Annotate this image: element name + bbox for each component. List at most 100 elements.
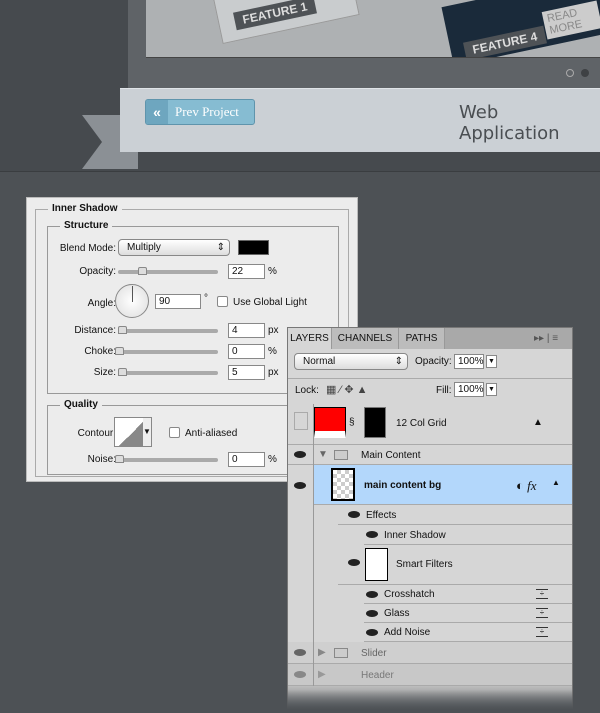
smart-filters-row[interactable]: Smart Filters (338, 545, 572, 585)
filter-crosshatch[interactable]: Crosshatch ÷ (364, 585, 572, 604)
tab-channels[interactable]: CHANNELS (332, 328, 399, 349)
filter-add-noise[interactable]: Add Noise ÷ (364, 623, 572, 642)
layer-12-col-grid[interactable]: § 12 Col Grid ▲ (288, 404, 572, 445)
layer-name: Crosshatch (384, 589, 435, 600)
layer-blend-select[interactable]: Normal ⇕ (294, 353, 408, 370)
eye-icon (366, 610, 378, 617)
group-main-content[interactable]: ▼ Main Content (288, 445, 572, 465)
eye-icon (294, 671, 306, 678)
filter-glass[interactable]: Glass ÷ (364, 604, 572, 623)
distance-slider[interactable] (118, 326, 218, 334)
mask-thumbnail (364, 407, 386, 438)
panel-fade (287, 690, 600, 713)
group-header[interactable]: ▶ Header (288, 664, 572, 686)
slide-dot[interactable] (566, 69, 574, 77)
lock-label: Lock: (295, 385, 319, 396)
distance-input[interactable]: 4 (228, 323, 265, 338)
size-slider[interactable] (118, 368, 218, 376)
noise-input[interactable]: 0 (228, 452, 265, 467)
contour-label: Contour: (77, 428, 116, 439)
prev-project-button[interactable]: « Prev Project (145, 99, 255, 125)
effects-row[interactable]: Effects (338, 505, 572, 525)
anti-aliased-checkbox[interactable] (169, 427, 180, 438)
dropdown-arrow-icon: ▼ (143, 418, 151, 446)
layer-name: main content bg (364, 480, 442, 491)
expand-triangle-icon: ▶ (318, 647, 326, 658)
eye-icon[interactable] (294, 482, 306, 489)
dropdown-arrow-icon[interactable]: ▼ (486, 355, 497, 368)
choke-label: Choke: (84, 346, 116, 357)
opacity-label: Opacity: (415, 356, 452, 367)
layer-name: Effects (366, 510, 397, 521)
eye-icon[interactable] (294, 451, 306, 458)
blend-mode-label: Blend Mode: (59, 243, 116, 254)
dropdown-arrow-icon[interactable]: ▼ (486, 383, 497, 396)
opacity-input[interactable]: 22 (228, 264, 265, 279)
fx-icon[interactable]: ◐ fx (516, 478, 536, 494)
blend-mode-select[interactable]: Multiply ⇕ (118, 239, 230, 256)
opacity-label: Opacity: (79, 266, 116, 277)
unit: % (268, 266, 277, 277)
layer-thumbnail (314, 407, 346, 438)
choke-input[interactable]: 0 (228, 344, 265, 359)
collapse-icon[interactable]: ▸▸ | ≡ (534, 333, 558, 344)
tab-paths[interactable]: PATHS (399, 328, 445, 349)
layer-name: Smart Filters (396, 559, 453, 570)
size-input[interactable]: 5 (228, 365, 265, 380)
layers-panel: LAYERS CHANNELS PATHS ▸▸ | ≡ Normal ⇕ Opa… (287, 327, 573, 713)
global-light-checkbox[interactable] (217, 296, 228, 307)
structure-title: Structure (60, 220, 113, 231)
folder-icon (334, 648, 348, 658)
angle-label: Angle: (87, 298, 116, 309)
fill-input[interactable]: 100% (454, 382, 484, 397)
updown-icon: ⇕ (216, 242, 225, 253)
layer-main-content-bg[interactable]: main content bg ◐ fx ▲ (314, 465, 572, 505)
inner-shadow-effect[interactable]: Inner Shadow (364, 525, 572, 545)
expand-triangle-icon[interactable]: ▼ (318, 449, 328, 460)
eye-icon (366, 531, 378, 538)
scroll-up-icon[interactable]: ▲ (552, 478, 560, 487)
unit: % (268, 454, 277, 465)
size-label: Size: (93, 367, 116, 378)
folder-icon (334, 450, 348, 460)
layer-name: Inner Shadow (384, 530, 446, 541)
eye-icon (348, 559, 360, 566)
eye-icon (348, 511, 360, 518)
eye-icon (366, 629, 378, 636)
link-icon: § (349, 417, 355, 428)
double-chevron-left-icon: « (146, 100, 168, 124)
unit: ° (204, 293, 208, 304)
shadow-color-swatch[interactable] (238, 240, 269, 255)
ribbon-tail (82, 115, 102, 169)
layer-opacity-input[interactable]: 100% (454, 354, 484, 369)
prev-project-label: Prev Project (175, 104, 239, 119)
expand-triangle-icon: ▶ (318, 669, 326, 680)
noise-slider[interactable] (115, 455, 218, 463)
group-slider[interactable]: ▶ Slider (288, 642, 572, 664)
quality-title: Quality (60, 399, 102, 410)
unit: % (268, 346, 277, 357)
angle-dial[interactable] (115, 284, 149, 318)
layer-name: Add Noise (384, 627, 431, 638)
tab-layers[interactable]: LAYERS (288, 328, 332, 349)
opacity-slider[interactable] (118, 267, 218, 275)
slider-screenshot: FEATURE 1 READ MORE FEATURE 4 (146, 0, 600, 58)
smart-object-thumbnail (331, 468, 355, 501)
contour-picker[interactable]: ▼ (114, 417, 152, 447)
layer-name: Header (361, 670, 394, 681)
filter-options-icon: ÷ (536, 608, 548, 618)
lock-icons[interactable]: ▦ ⁄ ✥ ▲ (326, 383, 368, 396)
unit: px (268, 367, 279, 378)
fill-label: Fill: (436, 385, 452, 396)
updown-icon: ⇕ (394, 356, 403, 367)
slide-dot-active[interactable] (581, 69, 589, 77)
filter-options-icon: ÷ (536, 627, 548, 637)
layer-name: Glass (384, 608, 410, 619)
eye-icon (294, 649, 306, 656)
lock-icon: ▲ (533, 417, 543, 428)
choke-slider[interactable] (115, 347, 218, 355)
noise-label: Noise: (87, 454, 116, 465)
global-light-label: Use Global Light (233, 297, 307, 308)
unit: px (268, 325, 279, 336)
angle-input[interactable]: 90 (155, 294, 201, 309)
